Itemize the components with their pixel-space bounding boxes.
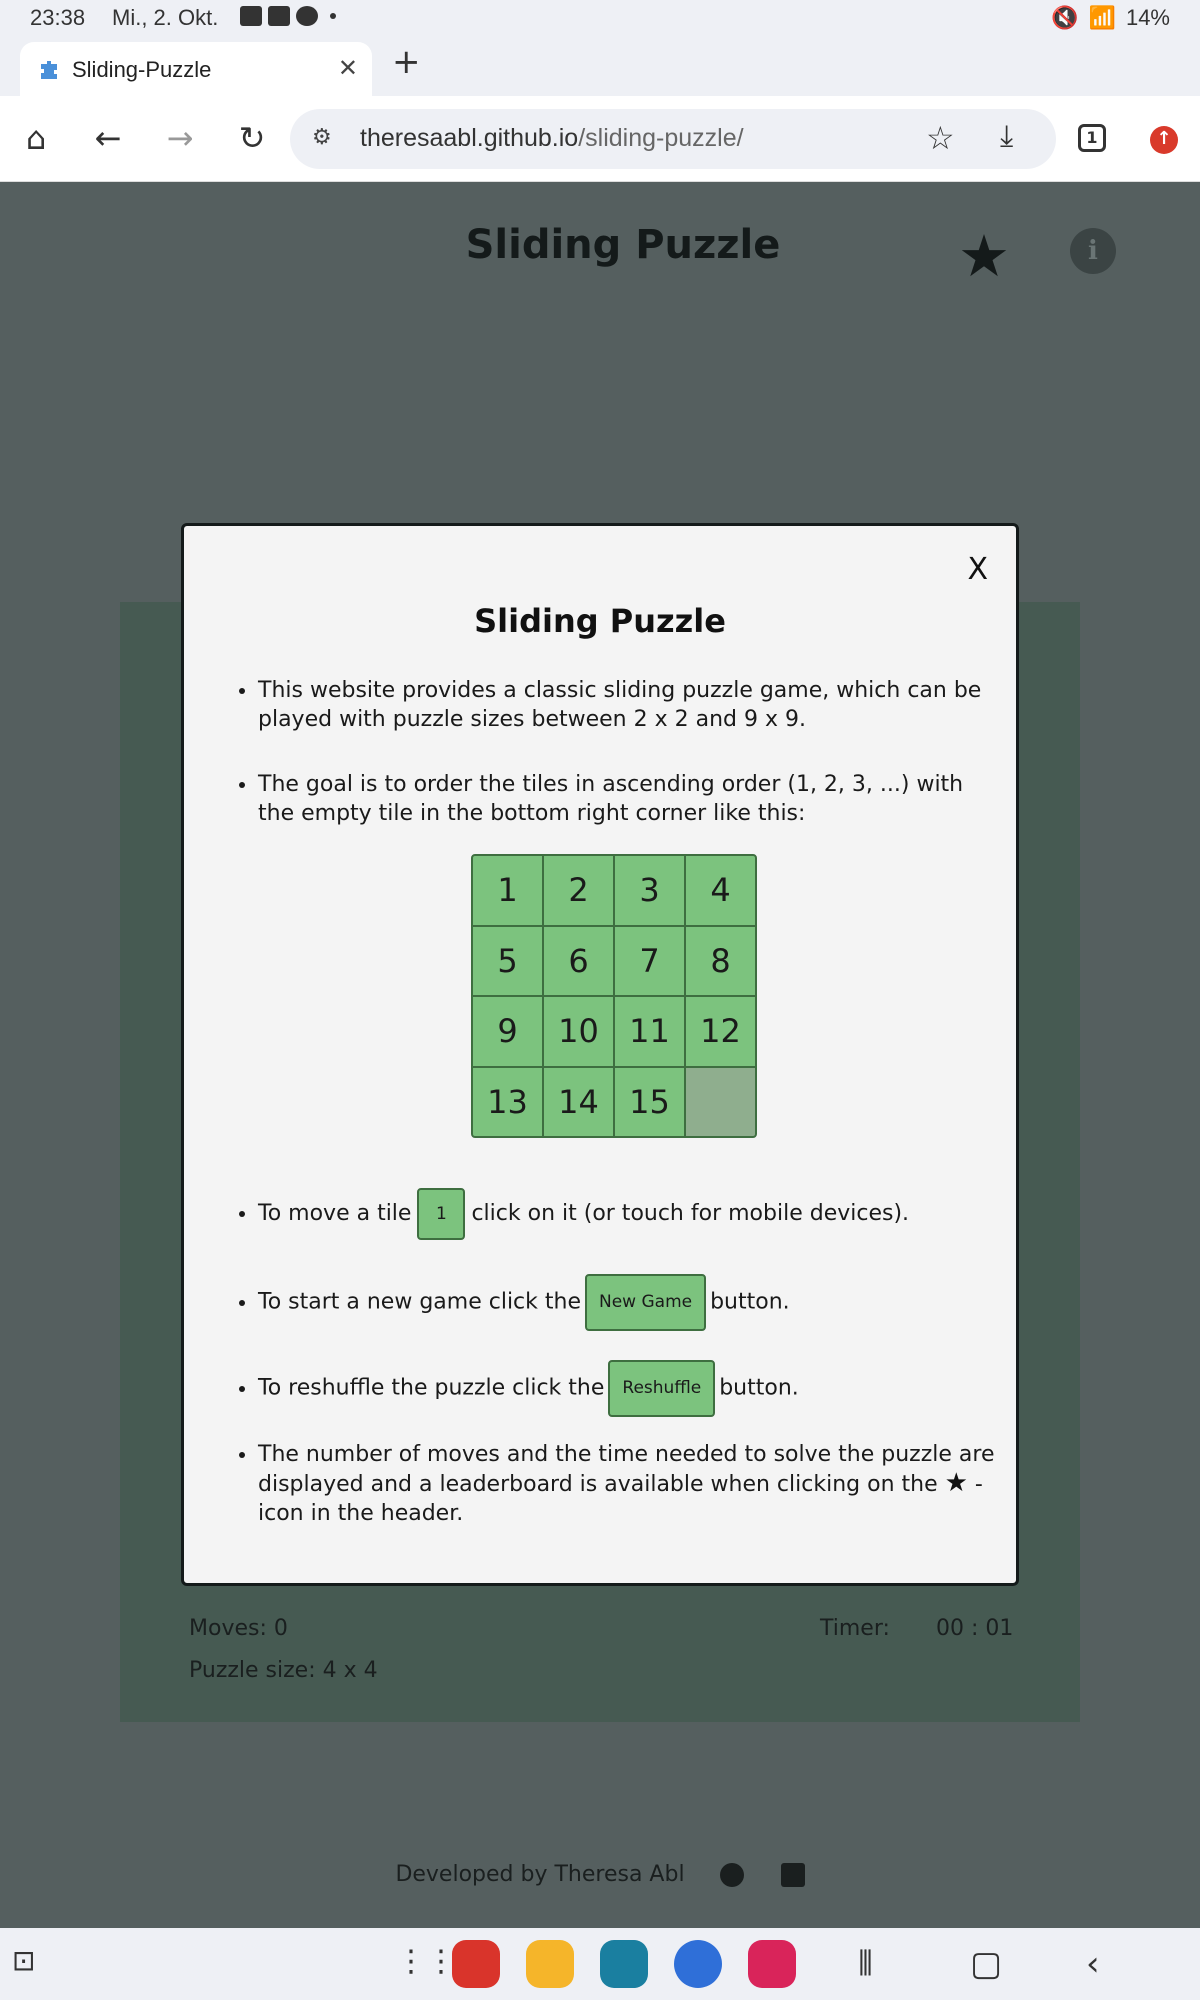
- url-path: /sliding-puzzle/: [578, 124, 744, 152]
- download-icon[interactable]: ⤓: [1000, 119, 1013, 154]
- leaderboard-star-icon[interactable]: ★: [958, 222, 1010, 290]
- bookmark-star-icon[interactable]: ☆: [926, 119, 955, 157]
- gallery-icon: [240, 6, 262, 26]
- tab-count-button[interactable]: 1: [1078, 124, 1106, 152]
- text-before: The number of moves and the time needed …: [258, 1442, 995, 1497]
- close-tab-icon[interactable]: ✕: [338, 54, 358, 82]
- mute-icon: 🔇: [1051, 5, 1079, 30]
- app-drawer-icon[interactable]: ⋮⋮: [396, 1944, 456, 1979]
- reload-icon[interactable]: ↻: [230, 116, 274, 160]
- home-button-icon[interactable]: ▢: [970, 1944, 1002, 1984]
- grid-tile: 6: [544, 926, 613, 995]
- footer: Developed by Theresa Abl: [0, 1862, 1200, 1887]
- instruction-intro: This website provides a classic sliding …: [258, 676, 998, 734]
- desktop-mode-icon[interactable]: ⊡: [12, 1944, 35, 1977]
- status-right: 🔇 📶 14%: [1051, 5, 1170, 31]
- new-tab-button[interactable]: +: [392, 42, 421, 82]
- more-notifications-icon: [330, 13, 336, 19]
- instruction-goal: The goal is to order the tiles in ascend…: [258, 770, 998, 828]
- example-tile: 1: [417, 1188, 466, 1240]
- instruction-leaderboard: The number of moves and the time needed …: [258, 1440, 998, 1528]
- text-before: To start a new game click the: [258, 1289, 581, 1315]
- grid-tile: 10: [544, 997, 613, 1066]
- app-icon-notes[interactable]: [452, 1940, 500, 1988]
- grid-tile: 7: [615, 926, 684, 995]
- footer-credit: Developed by Theresa Abl: [395, 1862, 685, 1887]
- app-icon-files[interactable]: [526, 1940, 574, 1988]
- battery-level: 14%: [1125, 5, 1170, 30]
- moves-counter: Moves: 0: [189, 1616, 288, 1641]
- info-icon[interactable]: i: [1070, 228, 1116, 274]
- grid-empty-tile: [686, 1067, 755, 1136]
- grid-tile: 2: [544, 856, 613, 925]
- home-icon[interactable]: ⌂: [14, 116, 58, 160]
- instruction-move-tile: To move a tile1click on it (or touch for…: [258, 1188, 998, 1240]
- github-icon[interactable]: [719, 1863, 744, 1887]
- text-before: To move a tile: [258, 1201, 412, 1226]
- instructions-modal: X Sliding Puzzle This website provides a…: [181, 523, 1019, 1586]
- forward-icon[interactable]: →: [158, 116, 202, 160]
- linkedin-icon[interactable]: [780, 1863, 805, 1887]
- grid-tile: 4: [686, 856, 755, 925]
- example-solved-grid: 1 2 3 4 5 6 7 8 9 10 11 12 13 14 15: [471, 854, 757, 1138]
- timer-label: Timer:: [820, 1616, 890, 1641]
- text-after: click on it (or touch for mobile devices…: [471, 1201, 910, 1226]
- grid-tile: 11: [615, 997, 684, 1066]
- url-text[interactable]: theresaabl.github.io/sliding-puzzle/: [360, 124, 744, 153]
- timer-value: 00 : 01: [936, 1616, 1014, 1641]
- grid-tile: 5: [473, 926, 542, 995]
- status-time: 23:38: [30, 5, 86, 30]
- grid-tile: 13: [473, 1067, 542, 1136]
- grid-tile: 1: [473, 856, 542, 925]
- grid-tile: 14: [544, 1067, 613, 1136]
- grid-tile: 15: [615, 1067, 684, 1136]
- back-button-icon[interactable]: ‹: [1086, 1944, 1100, 1984]
- tab-sliding-puzzle[interactable]: Sliding-Puzzle ✕: [20, 42, 372, 96]
- recent-apps-icon[interactable]: ⦀: [858, 1944, 873, 1984]
- status-bar: 23:38 Mi., 2. Okt. 🔇 📶 14%: [0, 0, 1200, 36]
- back-icon[interactable]: ←: [86, 116, 130, 160]
- grid-tile: 9: [473, 997, 542, 1066]
- url-host: theresaabl.github.io: [360, 124, 579, 152]
- notification-icons: [240, 6, 336, 26]
- app-icon-messages[interactable]: [674, 1940, 722, 1988]
- instruction-reshuffle: To reshuffle the puzzle click theReshuff…: [258, 1360, 998, 1417]
- modal-title: Sliding Puzzle: [474, 602, 726, 640]
- example-reshuffle-button: Reshuffle: [608, 1360, 716, 1417]
- instruction-new-game: To start a new game click theNew Gamebut…: [258, 1274, 998, 1331]
- example-new-game-button: New Game: [585, 1274, 707, 1331]
- update-icon[interactable]: ↑: [1150, 126, 1178, 154]
- app-icon-camera[interactable]: [748, 1940, 796, 1988]
- app-icon-calendar[interactable]: [600, 1940, 648, 1988]
- text-after: button.: [719, 1375, 799, 1401]
- screenshot-icon: [268, 6, 290, 26]
- puzzle-favicon-icon: [41, 61, 57, 79]
- tab-title: Sliding-Puzzle: [72, 57, 212, 82]
- text-after: button.: [710, 1289, 790, 1315]
- browser-toolbar: ⌂ ← → ↻ ⚙ theresaabl.github.io/sliding-p…: [0, 96, 1200, 182]
- wifi-icon: 📶: [1088, 5, 1116, 30]
- page-title: Sliding Puzzle: [465, 222, 781, 268]
- puzzle-size-label: Puzzle size: 4 x 4: [189, 1658, 378, 1683]
- close-modal-button[interactable]: X: [967, 552, 988, 587]
- site-settings-icon[interactable]: ⚙: [312, 125, 332, 150]
- sync-icon: [296, 6, 318, 26]
- status-date: Mi., 2. Okt.: [112, 5, 219, 30]
- text-before: To reshuffle the puzzle click the: [258, 1375, 605, 1401]
- grid-tile: 3: [615, 856, 684, 925]
- grid-tile: 12: [686, 997, 755, 1066]
- tab-strip: Sliding-Puzzle ✕ +: [0, 36, 1200, 96]
- system-nav-bar: ⊡ ⋮⋮ ⦀ ▢ ‹: [0, 1928, 1200, 2000]
- star-icon: ★: [944, 1468, 968, 1498]
- grid-tile: 8: [686, 926, 755, 995]
- address-bar[interactable]: ⚙ theresaabl.github.io/sliding-puzzle/ ☆…: [290, 109, 1056, 169]
